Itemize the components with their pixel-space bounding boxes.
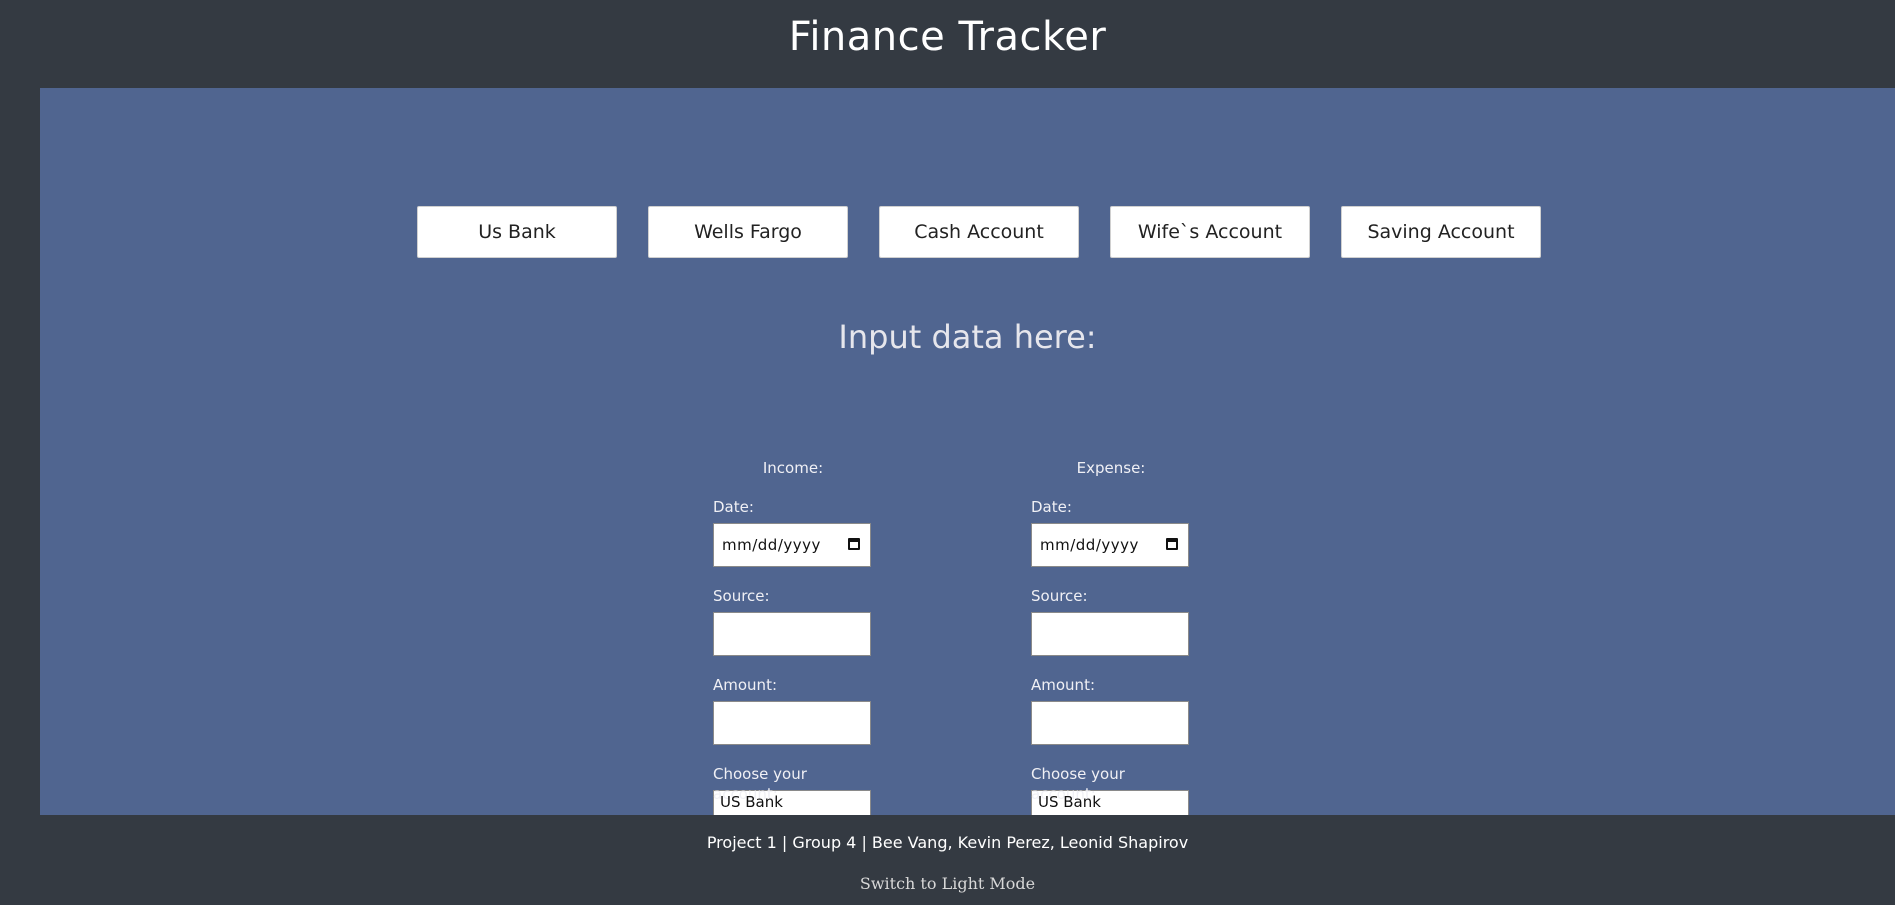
income-amount-input[interactable] — [713, 701, 871, 745]
page-footer: Project 1 | Group 4 | Bee Vang, Kevin Pe… — [0, 815, 1895, 905]
income-amount-label: Amount: — [713, 676, 777, 694]
expense-title: Expense: — [1076, 459, 1146, 477]
expense-date-placeholder: mm/dd/yyyy — [1040, 536, 1139, 554]
calendar-icon[interactable] — [848, 538, 860, 550]
expense-amount-input[interactable] — [1031, 701, 1189, 745]
account-button-wifes-account[interactable]: Wife`s Account — [1110, 206, 1310, 258]
account-button-cash-account[interactable]: Cash Account — [879, 206, 1079, 258]
income-date-label: Date: — [713, 498, 754, 516]
expense-date-label: Date: — [1031, 498, 1072, 516]
income-source-label: Source: — [713, 587, 770, 605]
main-panel: Us Bank Wells Fargo Cash Account Wife`s … — [40, 88, 1895, 815]
expense-account-label: Choose your account: — [1031, 765, 1125, 803]
expense-source-input[interactable] — [1031, 612, 1189, 656]
calendar-icon[interactable] — [1166, 538, 1178, 550]
light-mode-toggle[interactable]: Switch to Light Mode — [860, 874, 1035, 893]
expense-date-input[interactable]: mm/dd/yyyy — [1031, 523, 1189, 567]
income-date-input[interactable]: mm/dd/yyyy — [713, 523, 871, 567]
expense-account-select[interactable]: US Bank — [1031, 790, 1189, 815]
income-account-select[interactable]: US Bank — [713, 790, 871, 815]
page-title: Finance Tracker — [788, 14, 1107, 60]
income-form: Income: Date: mm/dd/yyyy Source: Amount:… — [713, 458, 873, 815]
income-date-placeholder: mm/dd/yyyy — [722, 536, 821, 554]
footer-credits: Project 1 | Group 4 | Bee Vang, Kevin Pe… — [706, 833, 1189, 852]
expense-amount-label: Amount: — [1031, 676, 1095, 694]
expense-form: Expense: Date: mm/dd/yyyy Source: Amount… — [1031, 458, 1191, 815]
account-button-us-bank[interactable]: Us Bank — [417, 206, 617, 258]
account-buttons: Us Bank Wells Fargo Cash Account Wife`s … — [40, 206, 1895, 258]
page-header: Finance Tracker — [0, 0, 1895, 88]
income-title: Income: — [762, 459, 824, 477]
income-account-label: Choose your account: — [713, 765, 807, 803]
expense-source-label: Source: — [1031, 587, 1088, 605]
account-button-saving-account[interactable]: Saving Account — [1341, 206, 1541, 258]
account-button-wells-fargo[interactable]: Wells Fargo — [648, 206, 848, 258]
input-heading: Input data here: — [838, 318, 1097, 356]
income-source-input[interactable] — [713, 612, 871, 656]
